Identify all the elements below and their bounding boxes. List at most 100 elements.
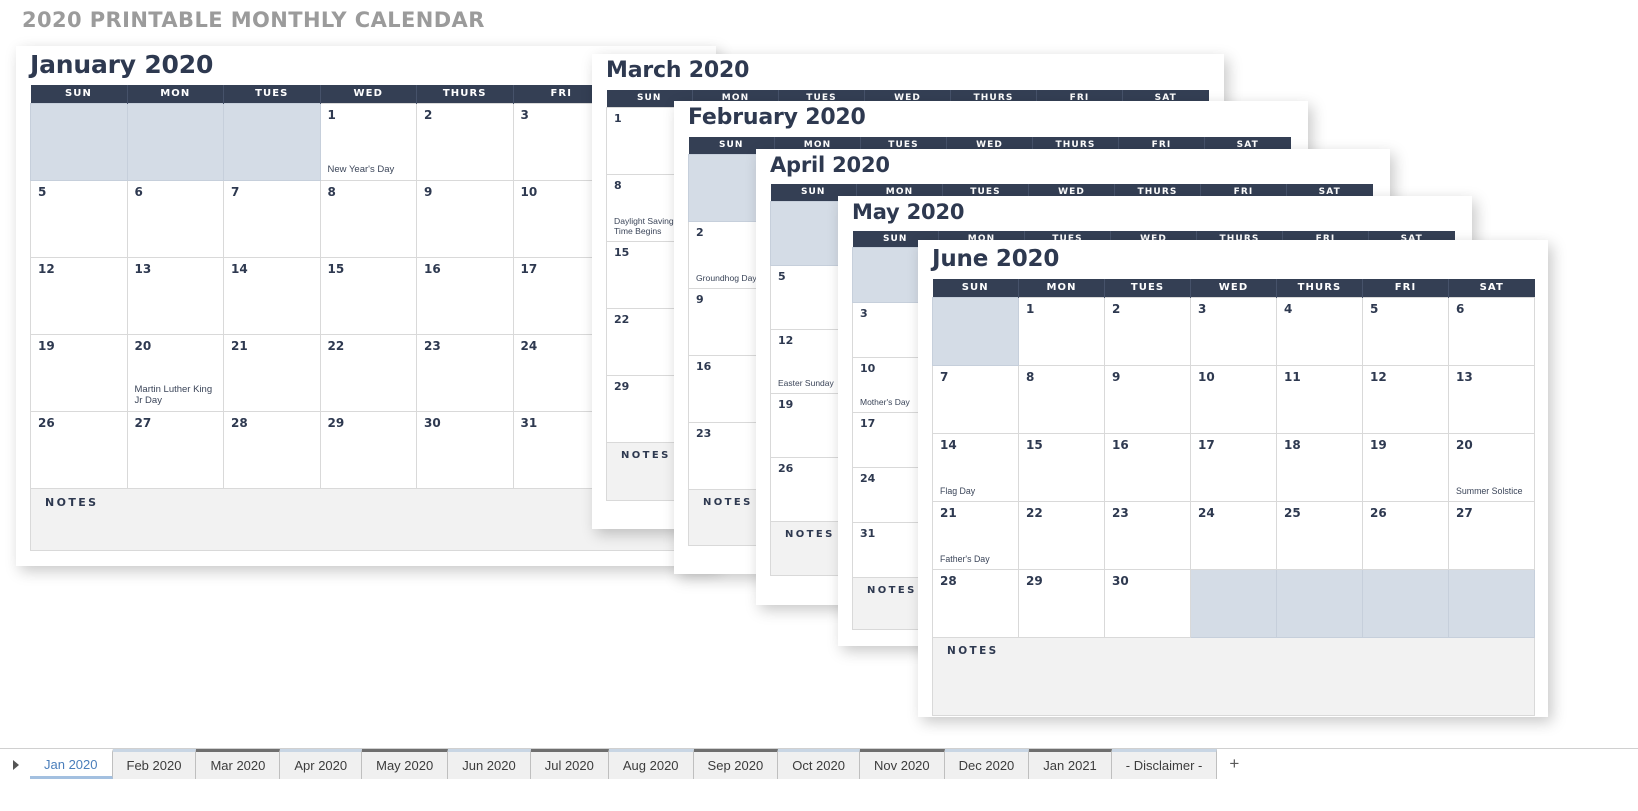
- calendar-cell-day[interactable]: 23: [416, 333, 514, 412]
- calendar-week-row: 7 8 9 10 11 12 13: [932, 364, 1535, 434]
- calendar-cell-day[interactable]: 12: [1362, 364, 1449, 434]
- calendar-cell-day[interactable]: 20 Summer Solstice: [1448, 432, 1535, 502]
- calendar-cell-day[interactable]: 17: [1190, 432, 1277, 502]
- calendar-cell-day[interactable]: 1 New Year's Day: [319, 102, 417, 181]
- calendar-cell-day[interactable]: 20 Martin Luther King Jr Day: [126, 333, 224, 412]
- calendar-cell-day[interactable]: 25: [1276, 500, 1363, 570]
- notes-label: NOTES: [947, 644, 999, 657]
- sheet-tab-may-2020[interactable]: May 2020: [362, 749, 449, 779]
- calendar-cell-day[interactable]: 27: [1448, 500, 1535, 570]
- calendar-cell-day[interactable]: 19: [1362, 432, 1449, 502]
- notes-cell[interactable]: NOTES: [932, 636, 1535, 716]
- sheet-tab-nov-2020[interactable]: Nov 2020: [859, 749, 945, 779]
- day-number: 20: [1456, 437, 1473, 452]
- day-number: 1: [1026, 301, 1035, 316]
- holiday-label: New Year's Day: [327, 164, 395, 176]
- notes-label: NOTES: [867, 584, 917, 596]
- day-number: 24: [1198, 505, 1215, 520]
- calendar-cell-day[interactable]: 5: [30, 179, 128, 258]
- calendar-cell-day[interactable]: 16: [1104, 432, 1191, 502]
- sheet-tab-disclaimer[interactable]: - Disclaimer -: [1111, 749, 1218, 779]
- calendar-cell-day[interactable]: 26: [30, 410, 128, 489]
- calendar-cell-empty[interactable]: [30, 102, 128, 181]
- calendar-cell-day[interactable]: 7: [223, 179, 321, 258]
- day-number: 29: [614, 379, 630, 393]
- sheet-tab-sep-2020[interactable]: Sep 2020: [693, 749, 779, 779]
- calendar-cell-day[interactable]: 1: [1018, 296, 1105, 366]
- calendar-cell-day[interactable]: 14 Flag Day: [932, 432, 1019, 502]
- calendar-cell-day[interactable]: 15: [319, 256, 417, 335]
- sheet-tab-aug-2020[interactable]: Aug 2020: [608, 749, 694, 779]
- calendar-cell-day[interactable]: 16: [416, 256, 514, 335]
- calendar-cell-empty[interactable]: [126, 102, 224, 181]
- calendar-cell-day[interactable]: 21: [223, 333, 321, 412]
- calendar-cell-day[interactable]: 23: [1104, 500, 1191, 570]
- sheet-tab-feb-2020[interactable]: Feb 2020: [112, 749, 197, 779]
- calendar-cell-day[interactable]: 28: [932, 568, 1019, 638]
- calendar-cell-day[interactable]: 4: [1276, 296, 1363, 366]
- calendar-cell-day[interactable]: 28: [223, 410, 321, 489]
- day-number: 31: [520, 415, 538, 430]
- sheet-tab-apr-2020[interactable]: Apr 2020: [280, 749, 363, 779]
- calendar-cell-day[interactable]: 22: [1018, 500, 1105, 570]
- calendar-cell-empty[interactable]: [223, 102, 321, 181]
- calendar-cell-day[interactable]: 21 Father's Day: [932, 500, 1019, 570]
- calendar-cell-day[interactable]: 9: [416, 179, 514, 258]
- calendar-cell-day[interactable]: 29: [319, 410, 417, 489]
- calendar-cell-day[interactable]: 13: [126, 256, 224, 335]
- calendar-cell-day[interactable]: 9: [1104, 364, 1191, 434]
- add-sheet-button[interactable]: +: [1217, 749, 1252, 779]
- weekday-header-wed: WED: [1190, 279, 1277, 297]
- calendar-title-february: February 2020: [688, 105, 866, 130]
- sheet-tab-jan-2021[interactable]: Jan 2021: [1029, 749, 1112, 779]
- calendar-cell-day[interactable]: 6: [1448, 296, 1535, 366]
- calendar-cell-day[interactable]: 22: [319, 333, 417, 412]
- calendar-cell-day[interactable]: 18: [1276, 432, 1363, 502]
- calendar-cell-day[interactable]: 14: [223, 256, 321, 335]
- day-number: 2: [1112, 301, 1121, 316]
- calendar-cell-day[interactable]: 13: [1448, 364, 1535, 434]
- calendar-cell-day[interactable]: 5: [1362, 296, 1449, 366]
- calendar-cell-day[interactable]: 26: [1362, 500, 1449, 570]
- sheet-tab-oct-2020[interactable]: Oct 2020: [778, 749, 860, 779]
- sheet-tab-jun-2020[interactable]: Jun 2020: [448, 749, 531, 779]
- weekday-header-tues: TUES: [1104, 279, 1191, 297]
- calendar-cell-day[interactable]: 6: [126, 179, 224, 258]
- calendar-cell-empty[interactable]: [932, 296, 1019, 366]
- calendar-panel-june[interactable]: June 2020 SUN MON TUES WED THURS FRI SAT 1 2 3 4 5 6 7…: [918, 240, 1548, 717]
- calendar-cell-day[interactable]: 15: [1018, 432, 1105, 502]
- sheet-tab-mar-2020[interactable]: Mar 2020: [196, 749, 281, 779]
- sheet-tab-dec-2020[interactable]: Dec 2020: [944, 749, 1030, 779]
- day-number: 30: [1112, 573, 1129, 588]
- spreadsheet-canvas: 2020 PRINTABLE MONTHLY CALENDAR January …: [0, 0, 1638, 811]
- calendar-cell-day[interactable]: 30: [416, 410, 514, 489]
- calendar-cell-empty[interactable]: [1362, 568, 1449, 638]
- day-number: 19: [1370, 437, 1387, 452]
- day-number: 14: [940, 437, 957, 452]
- calendar-cell-day[interactable]: 11: [1276, 364, 1363, 434]
- calendar-cell-day[interactable]: 29: [1018, 568, 1105, 638]
- calendar-grid-june[interactable]: SUN MON TUES WED THURS FRI SAT 1 2 3 4 5 6 7 8 9 10 11 12 1…: [932, 279, 1535, 716]
- calendar-cell-empty[interactable]: [1190, 568, 1277, 638]
- calendar-cell-day[interactable]: 8: [319, 179, 417, 258]
- calendar-cell-day[interactable]: 12: [30, 256, 128, 335]
- calendar-cell-day[interactable]: 19: [30, 333, 128, 412]
- calendar-cell-empty[interactable]: [1276, 568, 1363, 638]
- calendar-cell-empty[interactable]: [1448, 568, 1535, 638]
- calendar-cell-day[interactable]: 30: [1104, 568, 1191, 638]
- calendar-cell-day[interactable]: 7: [932, 364, 1019, 434]
- calendar-cell-day[interactable]: 24: [1190, 500, 1277, 570]
- tab-scroll-right-arrow-icon[interactable]: [4, 753, 28, 777]
- calendar-cell-day[interactable]: 8: [1018, 364, 1105, 434]
- weekday-header-sun: SUN: [932, 279, 1019, 297]
- calendar-cell-day[interactable]: 3: [1190, 296, 1277, 366]
- calendar-cell-day[interactable]: 2: [416, 102, 514, 181]
- calendar-cell-day[interactable]: 2: [1104, 296, 1191, 366]
- calendar-cell-day[interactable]: 27: [126, 410, 224, 489]
- day-number: 23: [696, 426, 712, 440]
- sheet-tab-jan-2020[interactable]: Jan 2020: [30, 749, 113, 779]
- sheet-tab-jul-2020[interactable]: Jul 2020: [530, 749, 609, 779]
- calendar-cell-day[interactable]: 10: [1190, 364, 1277, 434]
- calendar-title-april: April 2020: [770, 153, 890, 177]
- horizontal-scrollbar-track[interactable]: [0, 736, 1638, 748]
